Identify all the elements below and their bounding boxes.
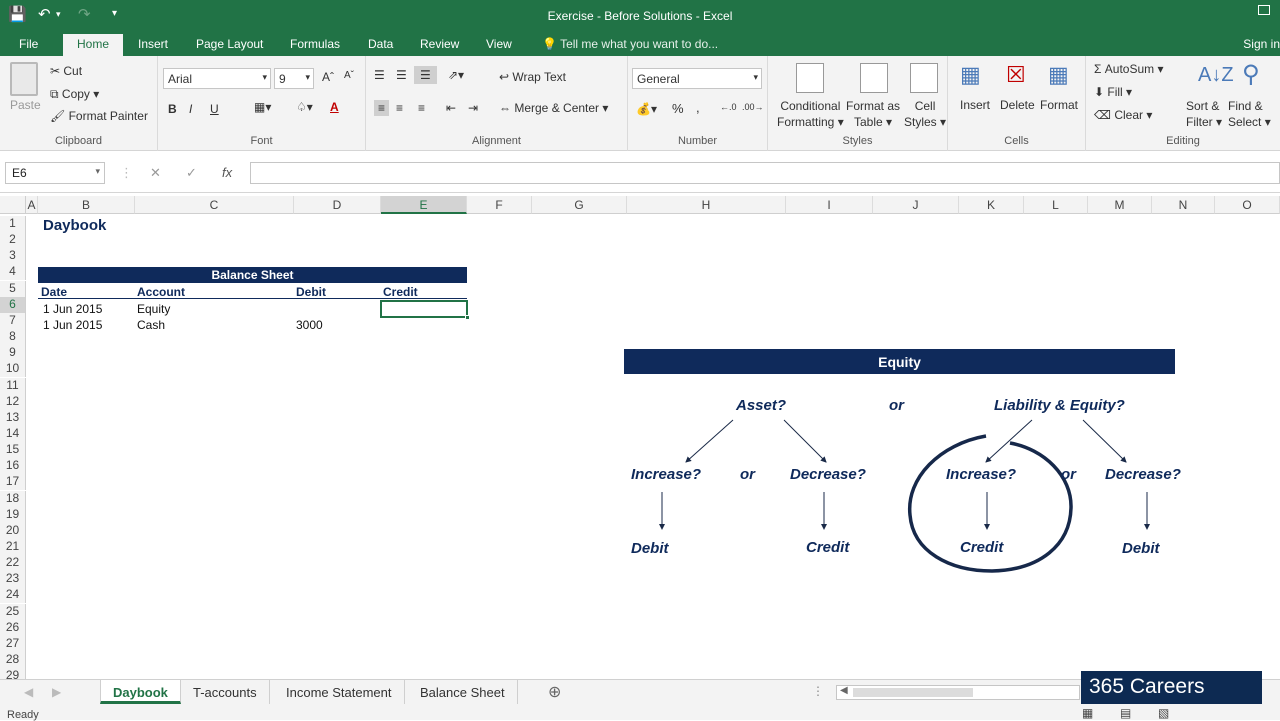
label-increase-2: Increase?: [946, 466, 1017, 483]
brand-logo: 365 Careers: [1081, 671, 1262, 704]
label-decrease-1: Decrease?: [790, 466, 866, 483]
scroll-tabs-left-icon[interactable]: ◀: [24, 685, 33, 699]
page-break-view-icon[interactable]: ▧: [1158, 706, 1169, 720]
arrow-asset-decrease: [783, 419, 827, 463]
label-decrease-2: Decrease?: [1105, 466, 1181, 483]
add-sheet-icon[interactable]: ⊕: [548, 682, 561, 702]
label-debit-1: Debit: [631, 540, 669, 557]
sheet-tab-t-accounts[interactable]: T-accounts: [181, 680, 270, 704]
status-text: Ready: [7, 709, 39, 721]
sheet-tab-daybook[interactable]: Daybook: [100, 680, 181, 704]
diagram-arrows: [659, 419, 1150, 573]
label-debit-2: Debit: [1122, 540, 1160, 557]
label-asset: Asset?: [736, 397, 787, 414]
arrow-liab-increase: [985, 419, 1033, 463]
more-sheets-icon[interactable]: ⋮: [812, 684, 824, 698]
label-liability-equity: Liability & Equity?: [994, 397, 1125, 414]
scroll-left-icon[interactable]: ◀: [840, 685, 848, 696]
label-increase-1: Increase?: [631, 466, 702, 483]
scrollbar-thumb[interactable]: [853, 688, 973, 697]
label-credit-1: Credit: [806, 539, 850, 556]
normal-view-icon[interactable]: ▦: [1082, 706, 1093, 720]
sheet-tab-income-statement[interactable]: Income Statement: [274, 680, 405, 704]
brand-logo-text: 365 Careers: [1089, 675, 1205, 698]
page-layout-view-icon[interactable]: ▤: [1120, 706, 1131, 720]
label-or-1: or: [740, 466, 755, 483]
label-credit-2: Credit: [960, 539, 1004, 556]
label-or-top: or: [889, 397, 904, 414]
arrow-asset-increase: [685, 419, 734, 463]
status-bar: Ready ▦ ▤ ▧: [0, 705, 1280, 721]
sheet-tab-balance-sheet[interactable]: Balance Sheet: [408, 680, 518, 704]
label-or-2: or: [1061, 466, 1076, 483]
arrow-liab-decrease: [1082, 419, 1127, 463]
scroll-tabs-right-icon[interactable]: ▶: [52, 685, 61, 699]
horizontal-scrollbar[interactable]: ◀: [836, 685, 1080, 700]
